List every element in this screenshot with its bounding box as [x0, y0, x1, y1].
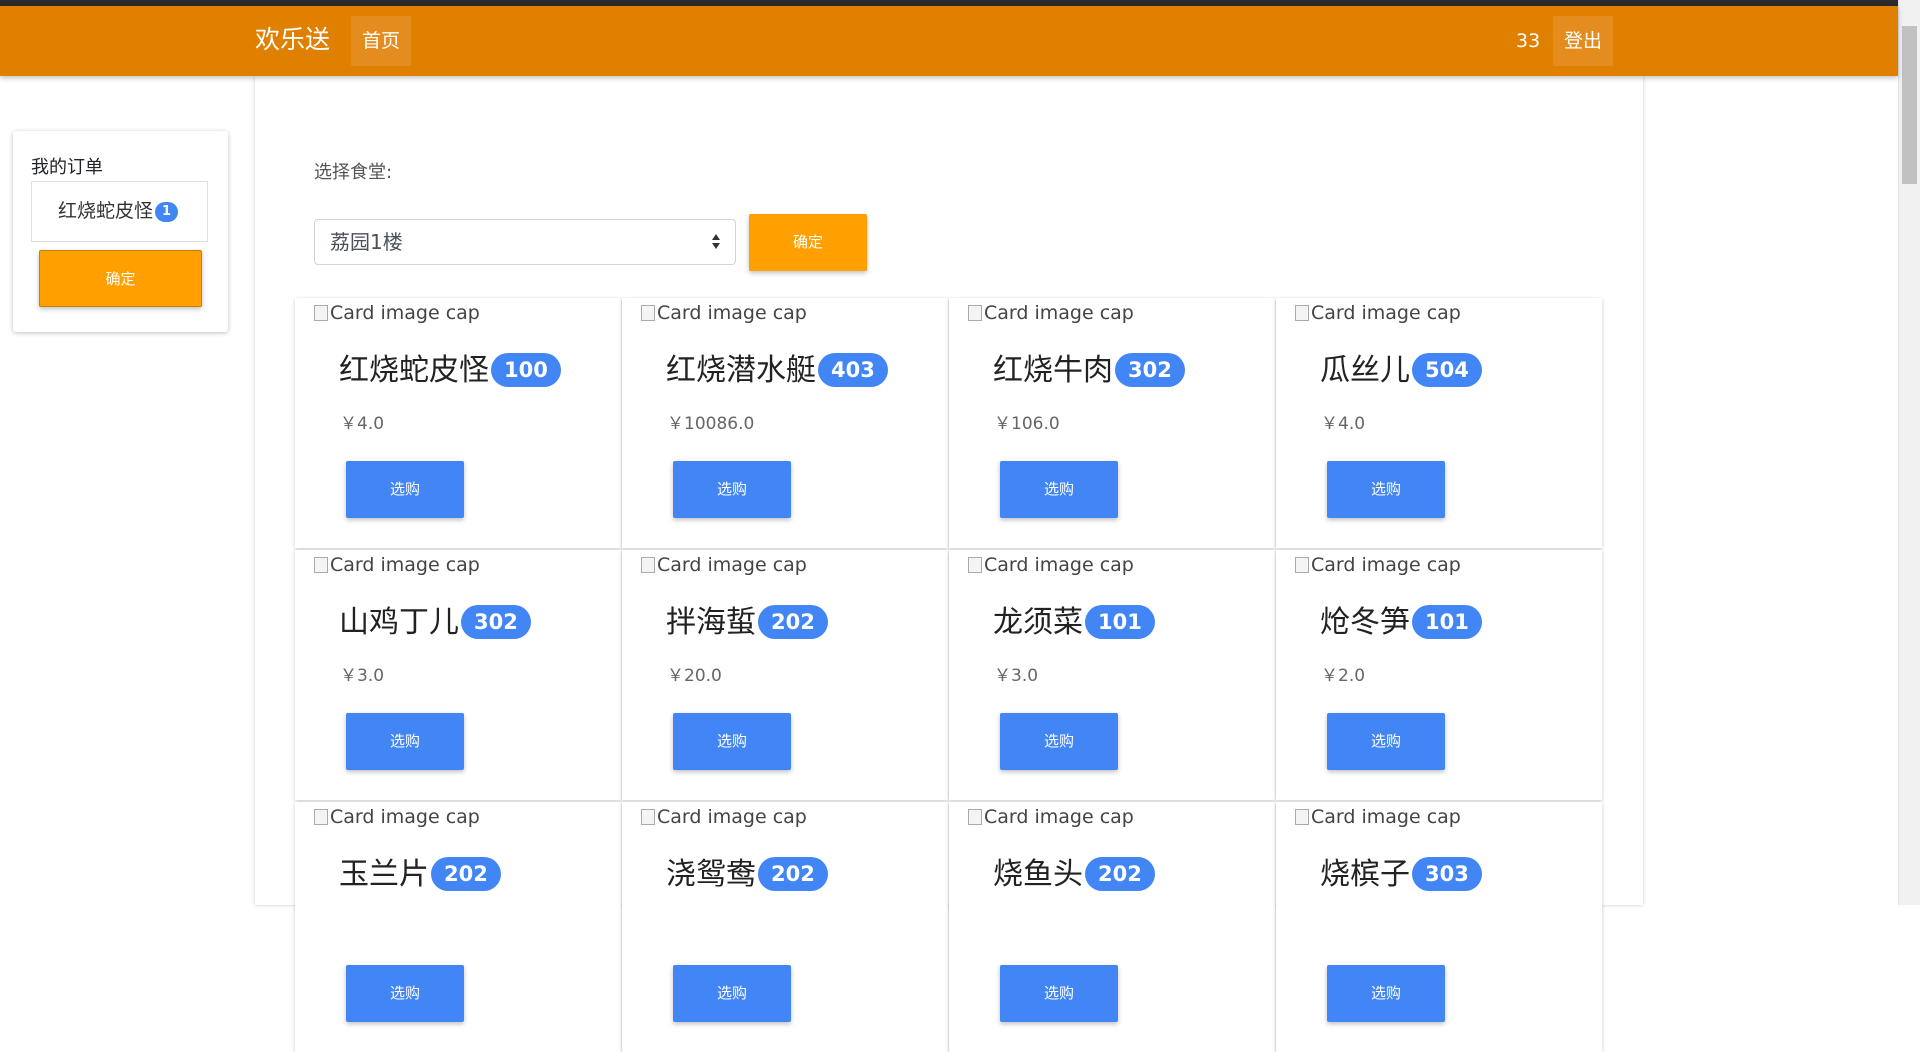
- dish-name: 红烧牛肉: [993, 353, 1113, 388]
- buy-button[interactable]: 选购: [1327, 713, 1445, 770]
- card-image-broken: Card image cap: [641, 554, 807, 576]
- dish-card: Card image cap 拌海蜇 202 ￥20.0 选购: [622, 550, 948, 800]
- dish-name: 拌海蜇: [666, 605, 756, 640]
- dish-card: Card image cap 玉兰片 202 选购: [295, 802, 621, 1052]
- buy-button[interactable]: 选购: [673, 713, 791, 770]
- dish-title: 烧槟子 303: [1320, 855, 1482, 895]
- select-arrows-icon: [711, 232, 721, 252]
- dish-card: Card image cap 红烧潜水艇 403 ￥10086.0 选购: [622, 298, 948, 548]
- dish-price: ￥10086.0: [667, 414, 755, 434]
- buy-button[interactable]: 选购: [1327, 965, 1445, 1022]
- dish-card: Card image cap 山鸡丁儿 302 ￥3.0 选购: [295, 550, 621, 800]
- buy-button[interactable]: 选购: [1000, 461, 1118, 518]
- card-image-broken: Card image cap: [1295, 302, 1461, 324]
- dish-count-badge: 303: [1412, 857, 1482, 891]
- dish-title: 拌海蜇 202: [666, 603, 828, 643]
- dish-title: 玉兰片 202: [339, 855, 501, 895]
- my-orders-panel: 我的订单 红烧蛇皮怪 1 确定: [13, 131, 228, 332]
- dish-name: 红烧潜水艇: [666, 353, 816, 388]
- dish-price: ￥106.0: [994, 414, 1060, 434]
- my-orders-title: 我的订单: [31, 157, 103, 178]
- dish-count-badge: 101: [1412, 605, 1482, 639]
- dish-count-badge: 202: [758, 857, 828, 891]
- dish-price: ￥4.0: [1321, 414, 1366, 434]
- card-image-broken: Card image cap: [968, 806, 1134, 828]
- dish-title: 烧鱼头 202: [993, 855, 1155, 895]
- dish-name: 瓜丝儿: [1320, 353, 1410, 388]
- buy-button[interactable]: 选购: [346, 965, 464, 1022]
- canteen-confirm-button[interactable]: 确定: [749, 214, 867, 271]
- dish-title: 红烧蛇皮怪 100: [339, 351, 561, 391]
- dish-card: Card image cap 浇鸳鸯 202 选购: [622, 802, 948, 1052]
- dish-count-badge: 403: [818, 353, 888, 387]
- dish-name: 烧鱼头: [993, 857, 1083, 892]
- buy-button[interactable]: 选购: [1000, 965, 1118, 1022]
- dish-card: Card image cap 瓜丝儿 504 ￥4.0 选购: [1276, 298, 1602, 548]
- dish-card: Card image cap 烧槟子 303 选购: [1276, 802, 1602, 1052]
- dish-count-badge: 302: [461, 605, 531, 639]
- scrollbar-thumb[interactable]: [1902, 26, 1917, 184]
- nav-home-link[interactable]: 首页: [351, 16, 411, 66]
- dish-name: 玉兰片: [339, 857, 429, 892]
- brand-logo[interactable]: 欢乐送: [255, 23, 330, 57]
- canteen-selected-value: 荔园1楼: [330, 230, 403, 254]
- dish-title: 红烧牛肉 302: [993, 351, 1185, 391]
- dish-count-badge: 202: [758, 605, 828, 639]
- dish-card: Card image cap 红烧牛肉 302 ￥106.0 选购: [949, 298, 1275, 548]
- dish-count-badge: 504: [1412, 353, 1482, 387]
- dish-title: 红烧潜水艇 403: [666, 351, 888, 391]
- dish-price: ￥4.0: [340, 414, 385, 434]
- card-image-broken: Card image cap: [314, 806, 480, 828]
- dish-count-badge: 302: [1115, 353, 1185, 387]
- card-image-broken: Card image cap: [641, 806, 807, 828]
- order-confirm-button[interactable]: 确定: [39, 250, 202, 307]
- dish-count-badge: 202: [431, 857, 501, 891]
- dish-name: 龙须菜: [993, 605, 1083, 640]
- dish-price: ￥2.0: [1321, 666, 1366, 686]
- dish-title: 瓜丝儿 504: [1320, 351, 1482, 391]
- dish-card: Card image cap 龙须菜 101 ￥3.0 选购: [949, 550, 1275, 800]
- card-image-broken: Card image cap: [1295, 554, 1461, 576]
- buy-button[interactable]: 选购: [346, 713, 464, 770]
- order-item-name: 红烧蛇皮怪: [58, 200, 154, 222]
- nav-username: 33: [1516, 30, 1541, 52]
- dish-card: Card image cap 烧鱼头 202 选购: [949, 802, 1275, 1052]
- card-image-broken: Card image cap: [968, 302, 1134, 324]
- dish-price: ￥3.0: [340, 666, 385, 686]
- dish-title: 炝冬笋 101: [1320, 603, 1482, 643]
- dish-count-badge: 202: [1085, 857, 1155, 891]
- dish-name: 烧槟子: [1320, 857, 1410, 892]
- dish-price: ￥20.0: [667, 666, 722, 686]
- page-scrollbar[interactable]: [1898, 0, 1920, 905]
- buy-button[interactable]: 选购: [1000, 713, 1118, 770]
- dish-name: 红烧蛇皮怪: [339, 353, 489, 388]
- card-image-broken: Card image cap: [1295, 806, 1461, 828]
- dish-name: 浇鸳鸯: [666, 857, 756, 892]
- order-count-badge: 1: [155, 201, 179, 222]
- buy-button[interactable]: 选购: [1327, 461, 1445, 518]
- dish-title: 龙须菜 101: [993, 603, 1155, 643]
- buy-button[interactable]: 选购: [673, 461, 791, 518]
- top-navbar: 欢乐送 首页 33 登出: [0, 6, 1898, 76]
- nav-logout-link[interactable]: 登出: [1553, 16, 1613, 66]
- dish-name: 炝冬笋: [1320, 605, 1410, 640]
- order-list-item: 红烧蛇皮怪 1: [31, 181, 208, 242]
- dish-title: 山鸡丁儿 302: [339, 603, 531, 643]
- dish-card: Card image cap 红烧蛇皮怪 100 ￥4.0 选购: [295, 298, 621, 548]
- card-image-broken: Card image cap: [641, 302, 807, 324]
- card-image-broken: Card image cap: [968, 554, 1134, 576]
- dish-card: Card image cap 炝冬笋 101 ￥2.0 选购: [1276, 550, 1602, 800]
- card-image-broken: Card image cap: [314, 554, 480, 576]
- dish-name: 山鸡丁儿: [339, 605, 459, 640]
- canteen-select-label: 选择食堂:: [314, 162, 393, 183]
- card-image-broken: Card image cap: [314, 302, 480, 324]
- dish-count-badge: 100: [491, 353, 561, 387]
- dish-price: ￥3.0: [994, 666, 1039, 686]
- canteen-select[interactable]: 荔园1楼: [314, 219, 736, 265]
- main-container: 选择食堂: 荔园1楼 确定 Card image cap 红烧蛇皮怪 100 ￥4.0…: [255, 76, 1643, 1052]
- buy-button[interactable]: 选购: [673, 965, 791, 1022]
- dish-count-badge: 101: [1085, 605, 1155, 639]
- buy-button[interactable]: 选购: [346, 461, 464, 518]
- dish-title: 浇鸳鸯 202: [666, 855, 828, 895]
